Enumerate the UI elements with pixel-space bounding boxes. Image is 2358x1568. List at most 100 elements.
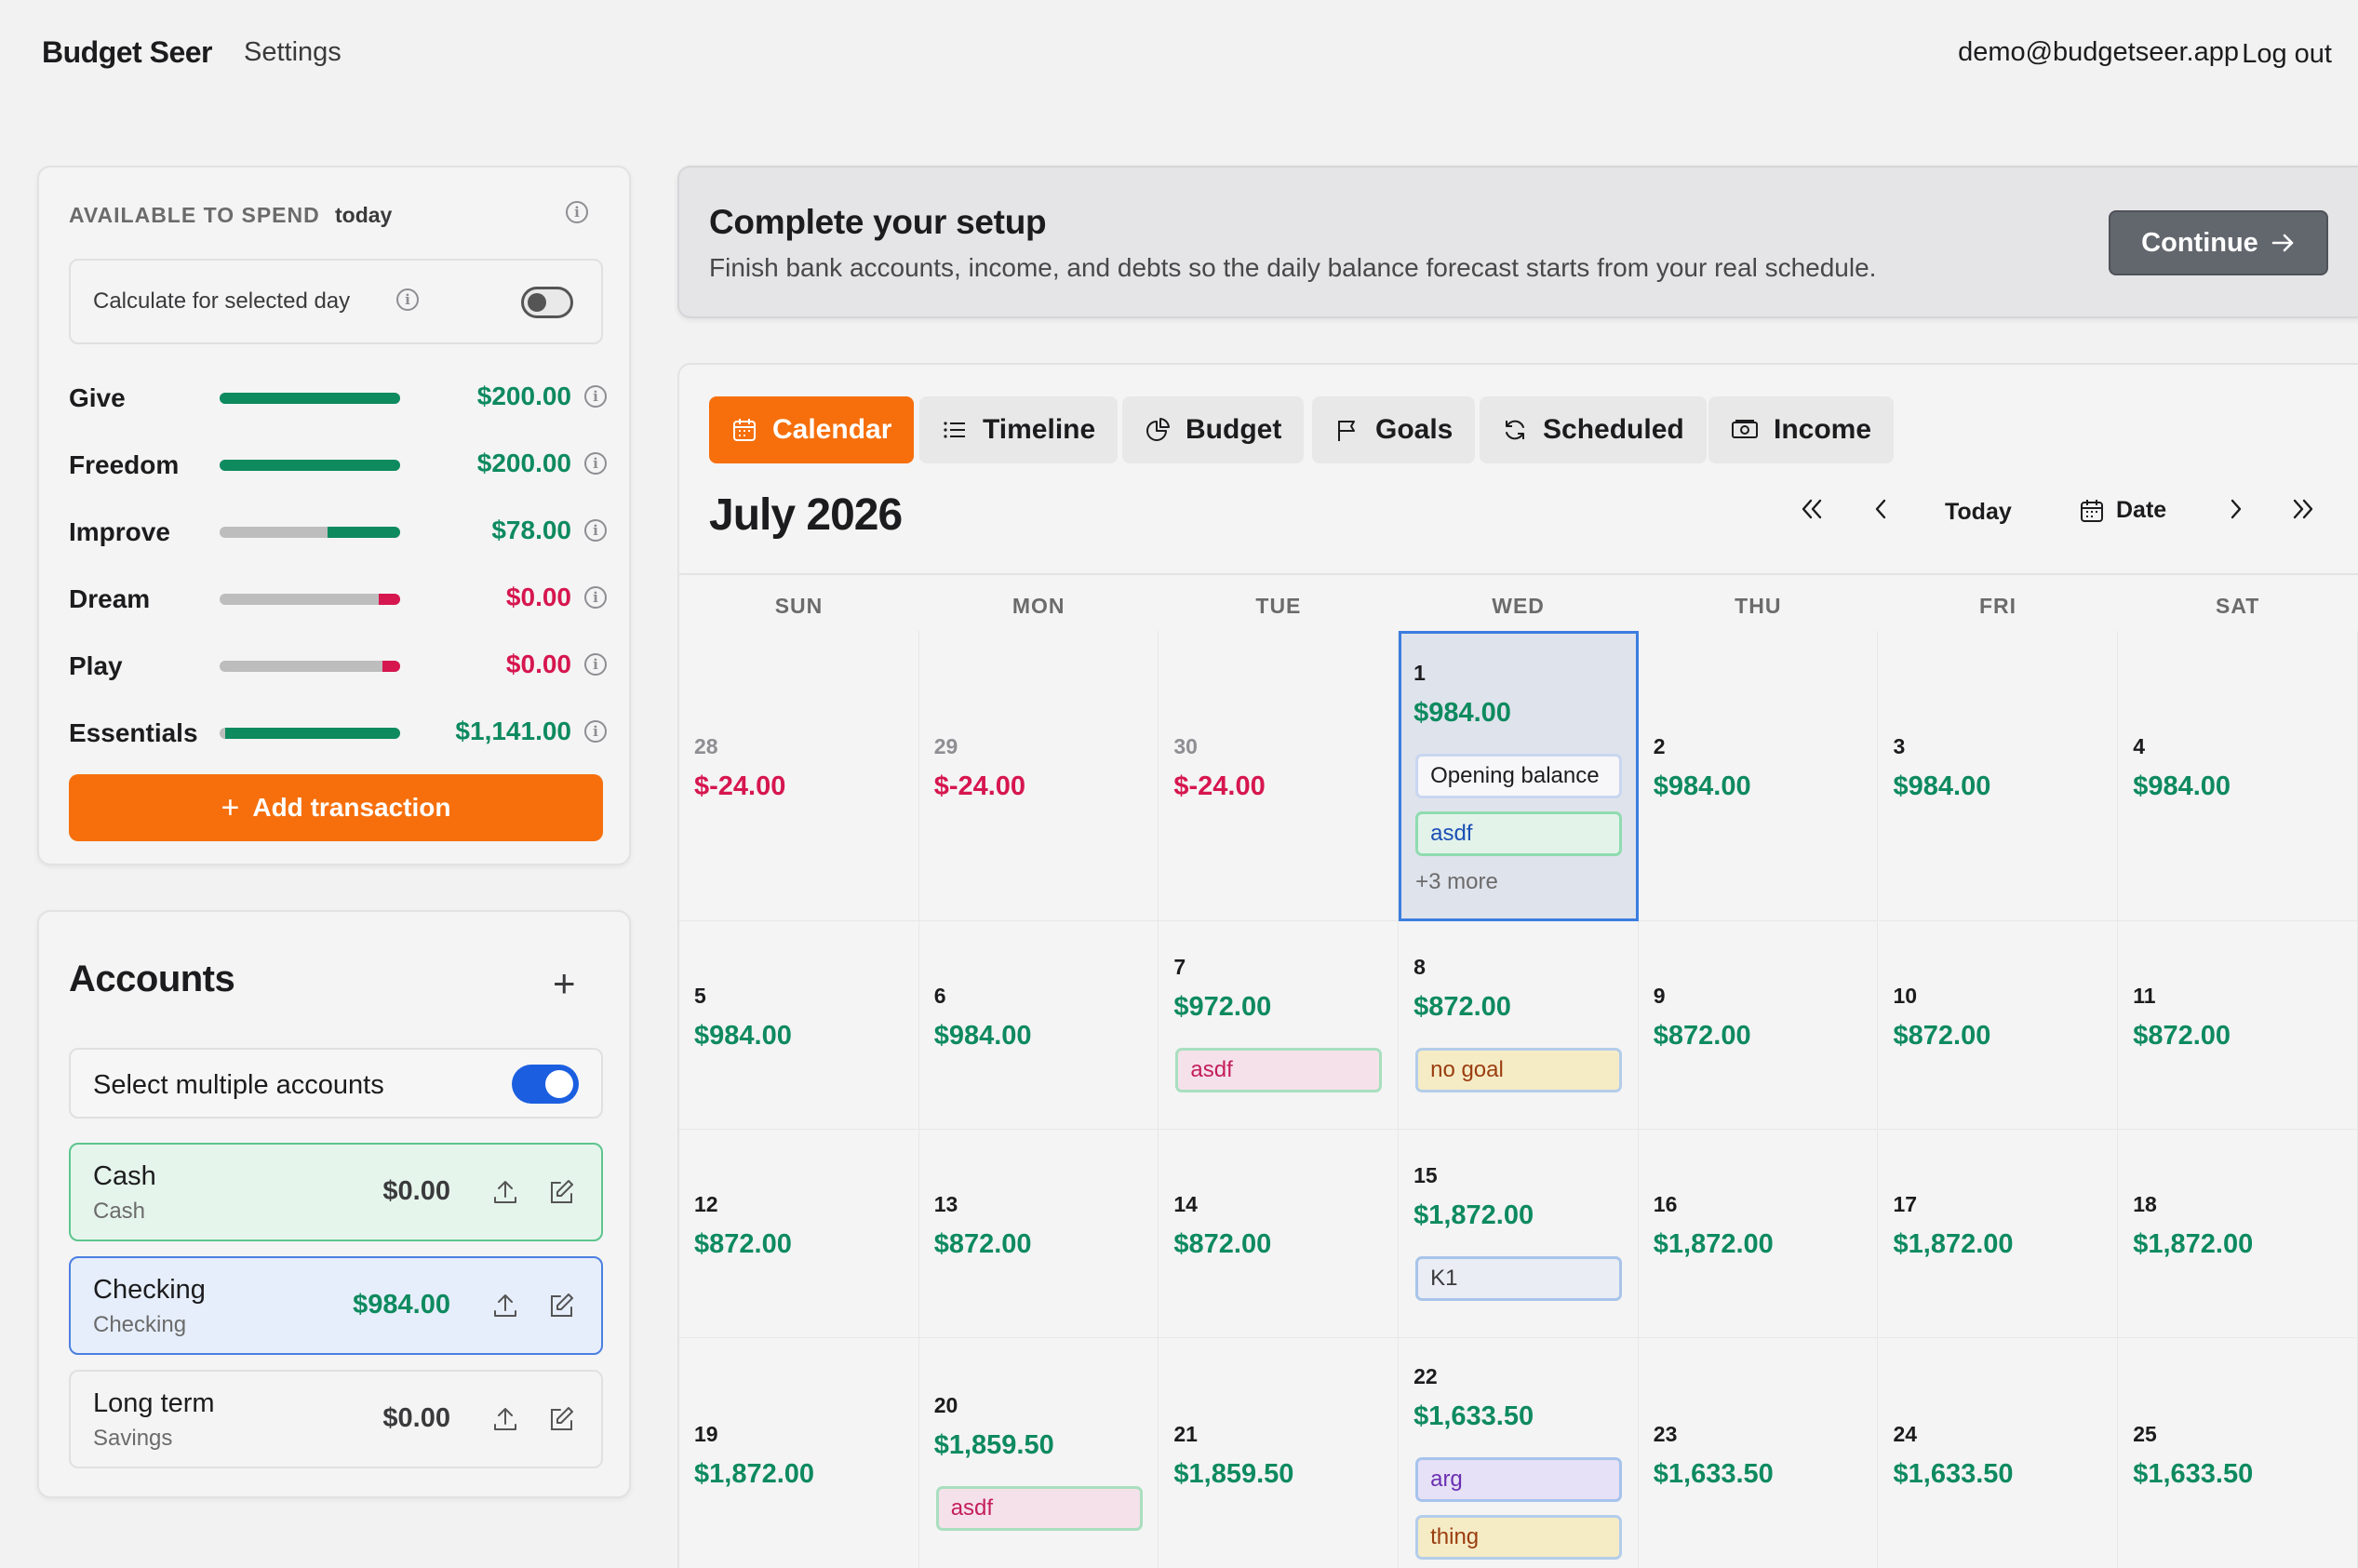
double-chevron-left-icon[interactable] (1798, 495, 1826, 523)
calendar-day-cell[interactable]: 16 $1,872.00 (1638, 1130, 1879, 1338)
calendar-day-cell[interactable]: 23 $1,633.50 (1639, 1338, 1879, 1568)
day-number: 30 (1173, 734, 1198, 758)
calendar-day-cell[interactable]: 18 $1,872.00 (2118, 1130, 2358, 1338)
tab-label: Calendar (772, 414, 892, 445)
day-balance: $1,633.50 (1893, 1459, 2014, 1489)
event-chip[interactable]: arg (1415, 1457, 1623, 1502)
info-icon[interactable]: i (396, 288, 419, 311)
info-icon[interactable]: i (584, 720, 607, 743)
info-icon[interactable]: i (584, 452, 607, 475)
category-progress-bar (220, 527, 400, 538)
more-events-link[interactable]: +3 more (1415, 869, 1498, 895)
weekday-header: SAT (2216, 594, 2260, 618)
category-amount: $200.00 (476, 449, 571, 477)
category-row[interactable]: Play $0.00 i (69, 648, 607, 685)
day-number: 20 (933, 1393, 958, 1417)
event-chip[interactable]: asdf (1415, 811, 1623, 856)
calendar-day-cell[interactable]: 4 $984.00 (2118, 631, 2358, 921)
calendar-day-cell[interactable]: 25 $1,633.50 (2118, 1338, 2358, 1568)
calendar-day-cell[interactable]: 28 $-24.00 (679, 631, 919, 921)
day-number: 29 (933, 734, 958, 758)
weekday-header: WED (1492, 594, 1545, 618)
calendar-day-cell[interactable]: 5 $984.00 (679, 921, 919, 1130)
calendar-day-cell[interactable]: 9 $872.00 (1638, 921, 1879, 1130)
upload-icon[interactable] (491, 1178, 519, 1206)
add-account-icon[interactable]: + (553, 964, 576, 1003)
today-button[interactable]: Today (1945, 499, 2012, 526)
calendar-day-cell[interactable]: 8 $872.00 no goal (1399, 921, 1639, 1130)
calendar-day-cell[interactable]: 29 $-24.00 (918, 631, 1159, 921)
event-chip[interactable]: no goal (1415, 1048, 1623, 1092)
event-chip[interactable]: asdf (935, 1486, 1143, 1531)
day-number: 16 (1653, 1192, 1678, 1216)
upload-icon[interactable] (491, 1405, 519, 1433)
edit-icon[interactable] (547, 1405, 575, 1433)
logout-button[interactable]: Log out (2242, 39, 2332, 70)
event-chip[interactable]: asdf (1175, 1048, 1383, 1092)
calc-selected-day-toggle[interactable] (521, 287, 573, 318)
calendar-day-cell[interactable]: 7 $972.00 asdf (1159, 921, 1400, 1130)
calendar-day-cell[interactable]: 20 $1,859.50 asdf (919, 1338, 1159, 1568)
weekday-header: MON (1012, 594, 1065, 618)
account-card[interactable]: Long term Savings $0.00 (69, 1370, 603, 1468)
calendar-day-cell[interactable]: 10 $872.00 (1878, 921, 2119, 1130)
arrow-right-icon (2271, 234, 2294, 252)
calendar-day-cell[interactable]: 22 $1,633.50 arg thing (1399, 1338, 1639, 1568)
event-chip[interactable]: K1 (1415, 1256, 1623, 1301)
nav-settings-link[interactable]: Settings (244, 37, 342, 68)
tab-timeline[interactable]: Timeline (919, 396, 1119, 463)
tab-goals[interactable]: Goals (1312, 396, 1476, 463)
calendar-day-cell[interactable]: 12 $872.00 (679, 1130, 919, 1338)
tab-budget[interactable]: Budget (1122, 396, 1305, 463)
tab-calendar[interactable]: Calendar (709, 396, 915, 463)
app-title[interactable]: Budget Seer (42, 35, 212, 70)
pie-chart-icon (1145, 417, 1171, 443)
info-icon[interactable]: i (584, 385, 607, 408)
event-chip[interactable]: Opening balance (1415, 753, 1623, 798)
add-transaction-button[interactable]: + Add transaction (69, 774, 603, 841)
info-icon[interactable]: i (584, 519, 607, 542)
calendar-day-cell[interactable]: 24 $1,633.50 (1879, 1338, 2119, 1568)
info-icon[interactable]: i (584, 653, 607, 676)
chevron-right-icon[interactable] (2222, 495, 2250, 523)
calendar-day-cell[interactable]: 11 $872.00 (2118, 921, 2358, 1130)
multi-select-toggle[interactable] (512, 1065, 579, 1104)
info-icon[interactable]: i (566, 201, 588, 223)
info-icon[interactable]: i (584, 586, 607, 609)
day-balance: $872.00 (1653, 1021, 1751, 1051)
chevron-left-icon[interactable] (1867, 495, 1895, 523)
calendar-day-cell[interactable]: 1 $984.00 Opening balance asdf +3 more (1399, 631, 1639, 921)
edit-icon[interactable] (547, 1178, 575, 1206)
category-row[interactable]: Essentials $1,141.00 i (69, 715, 607, 752)
tab-income[interactable]: Income (1708, 396, 1895, 463)
account-card[interactable]: Checking Checking $984.00 (69, 1256, 603, 1355)
category-row[interactable]: Give $200.00 i (69, 380, 607, 417)
calendar-day-cell[interactable]: 21 $1,859.50 (1159, 1338, 1400, 1568)
calendar-day-cell[interactable]: 13 $872.00 (918, 1130, 1159, 1338)
day-number: 21 (1173, 1422, 1198, 1446)
date-picker-button[interactable]: Date (2079, 497, 2166, 524)
category-row[interactable]: Dream $0.00 i (69, 581, 607, 618)
calendar-day-cell[interactable]: 14 $872.00 (1159, 1130, 1400, 1338)
calendar-day-cell[interactable]: 19 $1,872.00 (679, 1338, 919, 1568)
tab-scheduled[interactable]: Scheduled (1480, 396, 1707, 463)
upload-icon[interactable] (491, 1292, 519, 1320)
event-chip[interactable]: thing (1415, 1515, 1623, 1560)
setup-description: Finish bank accounts, income, and debts … (709, 253, 1877, 282)
calendar-day-cell[interactable]: 6 $984.00 (918, 921, 1159, 1130)
edit-icon[interactable] (547, 1292, 575, 1320)
calendar-day-cell[interactable]: 30 $-24.00 (1159, 631, 1400, 921)
continue-button[interactable]: Continue (2109, 210, 2328, 275)
account-card[interactable]: Cash Cash $0.00 (69, 1143, 603, 1241)
calendar-day-cell[interactable]: 17 $1,872.00 (1878, 1130, 2119, 1338)
category-row[interactable]: Freedom $200.00 i (69, 447, 607, 484)
day-number: 9 (1653, 984, 1666, 1008)
calendar-day-cell[interactable]: 15 $1,872.00 K1 (1399, 1130, 1639, 1338)
calendar-day-cell[interactable]: 2 $984.00 (1638, 631, 1879, 921)
day-number: 8 (1413, 955, 1426, 979)
category-row[interactable]: Improve $78.00 i (69, 514, 607, 551)
day-number: 24 (1893, 1422, 1918, 1446)
category-amount: $200.00 (476, 382, 571, 410)
calendar-day-cell[interactable]: 3 $984.00 (1878, 631, 2119, 921)
double-chevron-right-icon[interactable] (2289, 495, 2317, 523)
